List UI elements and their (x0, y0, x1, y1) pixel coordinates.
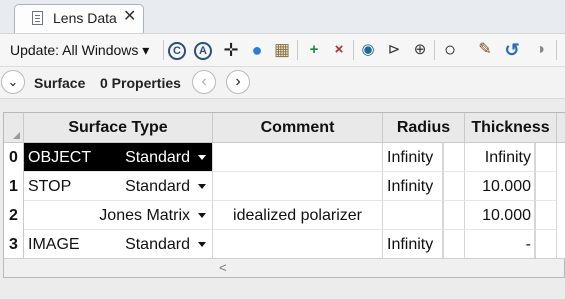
toolbar-separator (297, 40, 298, 60)
horizontal-scrollbar[interactable]: < (3, 258, 565, 278)
crosshair-icon[interactable]: ✛ (221, 40, 241, 60)
update-dropdown[interactable]: Update: All Windows ▾ (10, 42, 149, 59)
surface-type: Jones Matrix (99, 207, 190, 224)
row-number[interactable]: 1 (4, 172, 24, 201)
delete-surface-icon[interactable]: × (329, 40, 349, 60)
properties-count: 0 Properties (100, 75, 181, 91)
tab-title: Lens Data (53, 10, 117, 26)
thickness-solve-cell[interactable] (535, 143, 557, 172)
properties-bar: ⌄ Surface 0 Properties ‹ › (0, 67, 565, 99)
insert-surface-icon[interactable]: + (304, 40, 324, 60)
row-number[interactable]: 2 (4, 201, 24, 230)
surface-name: IMAGE (28, 236, 80, 253)
dropdown-arrow-icon[interactable] (198, 213, 206, 218)
surface-type: Standard (125, 236, 190, 253)
radius-cell[interactable]: Infinity (383, 230, 443, 259)
document-icon (32, 11, 43, 25)
select-all-corner[interactable] (4, 113, 24, 143)
radius-cell[interactable] (383, 201, 443, 230)
scroll-left-icon[interactable]: < (219, 259, 227, 277)
previous-surface-button[interactable]: ‹ (192, 70, 216, 94)
radius-solve-cell[interactable] (443, 230, 465, 259)
radius-solve-cell[interactable] (443, 143, 465, 172)
globe-icon[interactable]: ● (247, 40, 267, 60)
column-header-radius[interactable]: Radius (383, 113, 465, 143)
toolbar-separator (163, 40, 164, 60)
thickness-cell[interactable]: 10.000 (465, 201, 535, 230)
surface-label: Surface (34, 75, 86, 91)
radius-solve-cell[interactable] (443, 172, 465, 201)
dropdown-arrow-icon[interactable] (198, 242, 206, 247)
aperture-icon[interactable]: ○ (440, 40, 460, 60)
surface-type-cell[interactable]: Jones Matrix (24, 201, 213, 230)
comment-cell[interactable]: idealized polarizer (213, 201, 383, 230)
surface-name: STOP (28, 178, 72, 195)
column-header-thickness[interactable]: Thickness (465, 113, 557, 143)
tab-lens-data[interactable]: Lens Data ✕ (14, 4, 144, 33)
thickness-cell[interactable]: 10.000 (465, 172, 535, 201)
image-icon[interactable]: ▦ (272, 40, 292, 60)
thickness-cell[interactable]: Infinity (465, 143, 535, 172)
thickness-solve-cell[interactable] (535, 172, 557, 201)
radius-cell[interactable]: Infinity (383, 172, 443, 201)
comment-cell[interactable] (213, 172, 383, 201)
lens-icon[interactable]: ◉ (358, 40, 378, 60)
toolbar-separator (556, 40, 557, 60)
column-header-comment[interactable]: Comment (213, 113, 383, 143)
surface-type: Standard (125, 178, 190, 195)
dropdown-arrow-icon[interactable] (198, 155, 206, 160)
toggle-icon[interactable]: ◑ (530, 40, 550, 60)
chevron-down-icon[interactable]: ⌄ (1, 70, 25, 94)
column-header-surface-type[interactable]: Surface Type (24, 113, 213, 143)
close-icon[interactable]: ✕ (123, 8, 136, 26)
wand-icon[interactable]: ✎ (475, 40, 495, 60)
toolbar-separator (353, 40, 354, 60)
surface-type-cell[interactable]: STOP Standard (24, 172, 213, 201)
refresh-auto-icon[interactable]: A (194, 42, 212, 60)
tab-strip: Lens Data ✕ (0, 0, 565, 33)
thickness-solve-cell[interactable] (535, 201, 557, 230)
comment-cell[interactable] (213, 230, 383, 259)
radius-cell[interactable]: Infinity (383, 143, 443, 172)
radius-solve-cell[interactable] (443, 201, 465, 230)
toolbar: Update: All Windows ▾ C A ✛ ● ▦ + × ◉ ⊳ … (0, 33, 565, 67)
column-header-extra (557, 113, 565, 143)
thickness-cell[interactable]: - (465, 230, 535, 259)
surface-type-cell[interactable]: IMAGE Standard (24, 230, 213, 259)
surface-type-cell[interactable]: OBJECT Standard (24, 143, 213, 172)
undo-icon[interactable]: ↺ (502, 40, 522, 60)
reverse-elements-icon[interactable]: ⊳ (384, 40, 404, 60)
next-surface-button[interactable]: › (226, 70, 250, 94)
flip-icon[interactable]: ⊕ (410, 40, 430, 60)
dropdown-arrow-icon[interactable] (198, 184, 206, 189)
thickness-solve-cell[interactable] (535, 230, 557, 259)
toolbar-separator (434, 40, 435, 60)
surface-name: OBJECT (28, 149, 92, 166)
lens-data-table: Surface Type Comment Radius Thickness 0 … (3, 112, 565, 278)
comment-cell[interactable] (213, 143, 383, 172)
refresh-all-icon[interactable]: C (168, 42, 186, 60)
surface-type: Standard (125, 149, 190, 166)
row-number[interactable]: 0 (4, 143, 24, 172)
row-number[interactable]: 3 (4, 230, 24, 259)
